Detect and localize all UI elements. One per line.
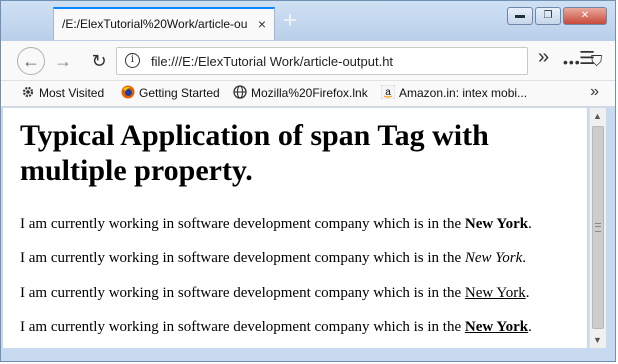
browser-tab[interactable]: /E:/ElexTutorial%20Work/article-ou × [53, 7, 275, 40]
scroll-down-arrow-icon[interactable]: ▼ [593, 335, 602, 345]
paragraph-text: I am currently working in software devel… [20, 285, 465, 301]
firefox-icon [121, 85, 135, 99]
span-underline: New York [464, 285, 526, 301]
vertical-scrollbar[interactable]: ▲ ▼ [589, 108, 606, 348]
paragraph-underline: I am currently working in software devel… [20, 285, 529, 302]
bookmark-amazon[interactable]: a Amazon.in: intex mobi... [381, 85, 527, 100]
paragraph-end: . [528, 216, 532, 232]
paragraph-text: I am currently working in software devel… [20, 216, 465, 232]
bookmark-mozilla-firefox[interactable]: Mozilla%20Firefox.lnk [233, 85, 368, 100]
close-window-button[interactable]: ✕ [563, 7, 607, 25]
page-heading: Typical Application of span Tag with mul… [20, 119, 489, 187]
paragraph-end: . [528, 319, 532, 335]
new-tab-button[interactable]: + [283, 9, 297, 33]
back-button[interactable]: ← [17, 47, 45, 75]
gear-icon [22, 86, 34, 98]
minimize-button[interactable]: ▬ [507, 7, 533, 25]
browser-window: /E:/ElexTutorial%20Work/article-ou × + ▬… [0, 0, 616, 362]
paragraph-end: . [522, 250, 527, 266]
bookmark-most-visited[interactable]: Most Visited [21, 85, 104, 100]
bookmark-label: Mozilla%20Firefox.lnk [251, 86, 368, 100]
span-italic: New York [464, 250, 523, 266]
span-bold: New York [464, 216, 529, 232]
bookmarks-overflow-icon[interactable]: » [590, 83, 599, 101]
globe-icon [233, 85, 247, 99]
tab-title: /E:/ElexTutorial%20Work/article-ou [62, 17, 248, 31]
page-content: Typical Application of span Tag with mul… [3, 108, 587, 348]
window-controls: ▬ ❐ ✕ [505, 7, 607, 25]
maximize-button[interactable]: ❐ [535, 7, 561, 25]
reload-button[interactable]: ↻ [85, 47, 113, 75]
toolbar-overflow-icon[interactable]: » [538, 46, 549, 69]
span-bold-underline: New York [464, 319, 529, 335]
title-bar: /E:/ElexTutorial%20Work/article-ou × + ▬… [1, 1, 615, 41]
tab-close-icon[interactable]: × [258, 16, 266, 32]
navigation-toolbar: ← → ↻ i file:///E:/ElexTutorial Work/art… [1, 41, 615, 81]
hamburger-menu-icon[interactable]: ☰ [579, 48, 595, 69]
site-info-icon[interactable]: i [125, 53, 140, 68]
paragraph-bold: I am currently working in software devel… [20, 216, 532, 233]
bookmark-label: Amazon.in: intex mobi... [399, 86, 528, 100]
grip-icon [595, 223, 601, 232]
bookmark-label: Most Visited [39, 86, 105, 100]
scrollbar-thumb[interactable] [592, 126, 604, 329]
forward-button[interactable]: → [49, 47, 77, 75]
bookmark-label: Getting Started [139, 86, 220, 100]
paragraph-text: I am currently working in software devel… [20, 319, 465, 335]
paragraph-text: I am currently working in software devel… [20, 250, 465, 266]
paragraph-bold-underline: I am currently working in software devel… [20, 319, 532, 336]
amazon-icon: a [381, 85, 395, 99]
url-text[interactable]: file:///E:/ElexTutorial Work/article-out… [151, 54, 425, 69]
address-bar[interactable]: i file:///E:/ElexTutorial Work/article-o… [116, 47, 602, 75]
scroll-up-arrow-icon[interactable]: ▲ [593, 111, 602, 121]
bookmarks-toolbar: Most Visited Getting Started Mozilla%20F… [1, 81, 615, 107]
paragraph-end: . [525, 285, 530, 301]
paragraph-italic: I am currently working in software devel… [20, 250, 526, 267]
bookmark-getting-started[interactable]: Getting Started [121, 85, 220, 100]
